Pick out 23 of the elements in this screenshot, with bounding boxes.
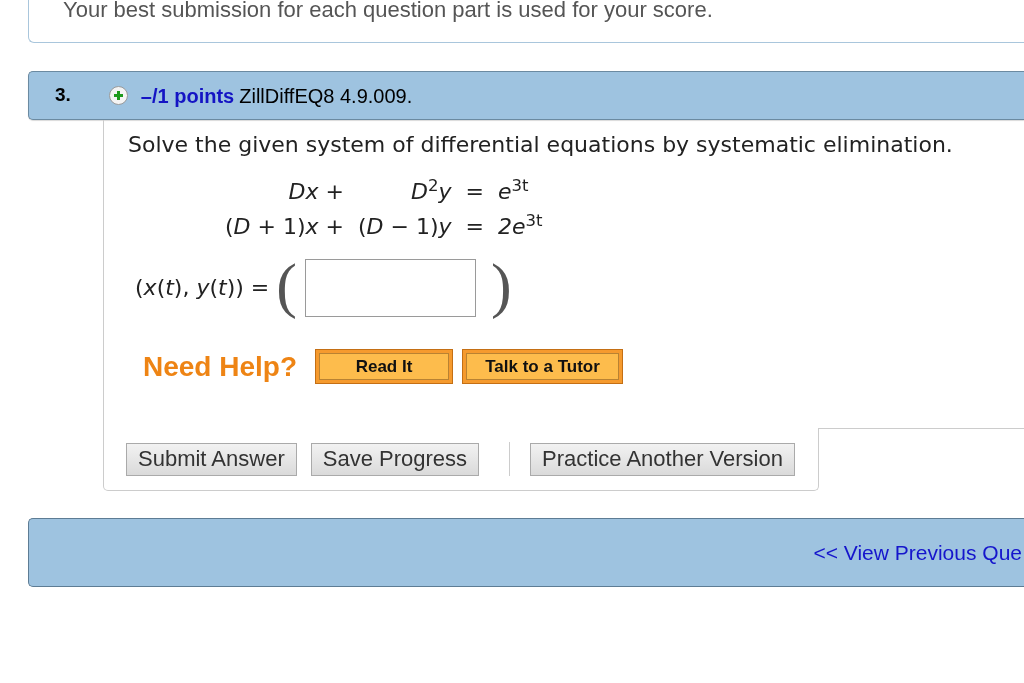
equation-term: (D + 1)x +: [225, 214, 344, 240]
equation-term: e$^{3t}$: [498, 179, 529, 205]
answer-label: (x(t), y(t)) =: [135, 275, 270, 301]
points-label: –/1 points: [140, 83, 235, 109]
question-number: 3.: [55, 83, 71, 108]
question-source: ZillDiffEQ8 4.9.009.: [239, 83, 413, 109]
equation-sign: =: [465, 214, 485, 240]
question-text: Solve the given system of differential equations by systematic elimination.: [128, 132, 954, 158]
need-help-label: Need Help?: [143, 349, 298, 384]
action-button[interactable]: Submit Answer: [126, 442, 297, 476]
equation-sign: =: [465, 179, 485, 205]
previous-question-link[interactable]: << View Previous Que: [813, 536, 1022, 569]
equation-term: Dx +: [288, 179, 344, 205]
action-button[interactable]: Save Progress: [310, 442, 480, 476]
help-button[interactable]: Talk to a Tutor: [462, 349, 624, 384]
answer-field[interactable]: [304, 259, 476, 317]
notice-text: Your best submission for each question part is used for your score.: [63, 0, 714, 21]
help-button[interactable]: Read It: [315, 349, 454, 384]
equation-term: D$^{2}$y: [411, 179, 452, 205]
plus-icon[interactable]: [108, 86, 128, 105]
equation-term: 2e$^{3t}$: [498, 214, 543, 240]
equation-term: (D − 1)y: [358, 214, 452, 240]
action-button[interactable]: Practice Another Version: [530, 442, 795, 476]
